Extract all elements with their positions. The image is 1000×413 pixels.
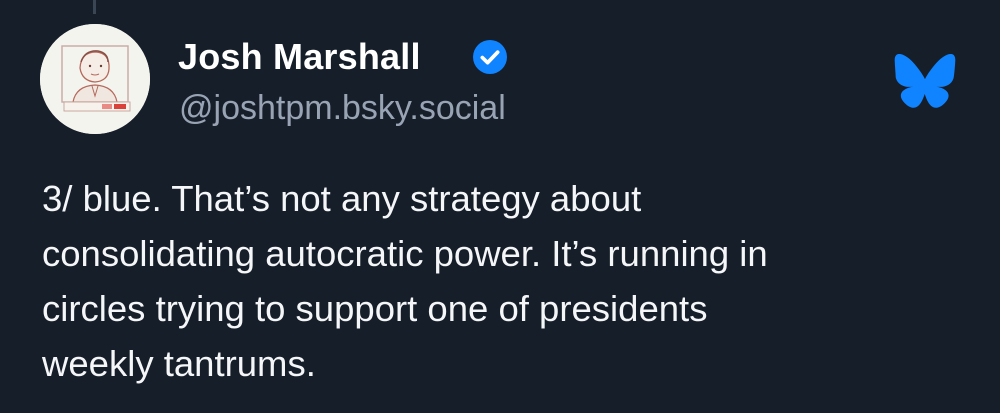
author-handle[interactable]: @joshtpm.bsky.social — [179, 86, 506, 130]
author-avatar[interactable] — [40, 24, 150, 134]
thread-connector-line — [93, 0, 96, 14]
verified-badge-icon — [473, 40, 507, 74]
bluesky-butterfly-icon[interactable] — [894, 54, 956, 108]
cartoon-portrait-avatar-icon — [40, 24, 150, 134]
post-text: 3/ blue. That’s not any strategy about c… — [42, 178, 768, 384]
author-display-name[interactable]: Josh Marshall — [178, 35, 421, 79]
